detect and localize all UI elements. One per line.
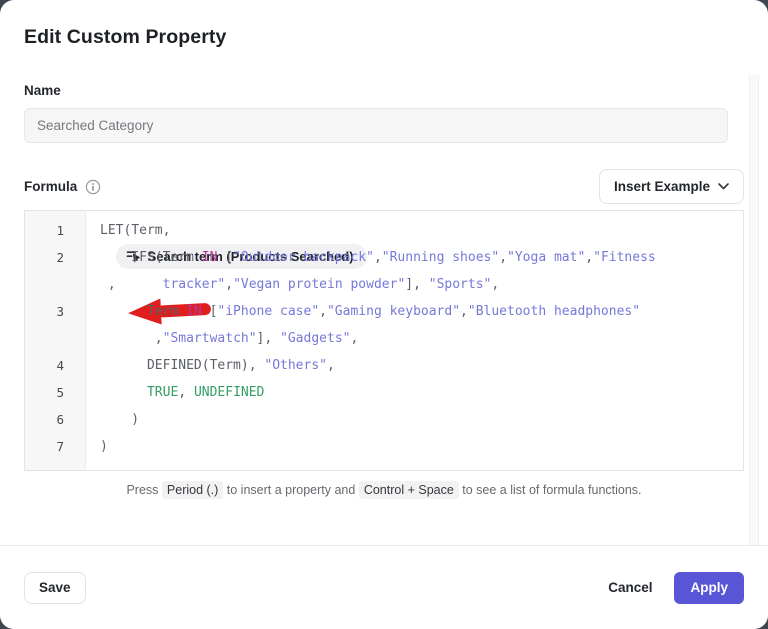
hint-text: Press (126, 483, 161, 497)
code-token: [ (202, 304, 218, 319)
code-token: "Bluetooth headphones" (468, 304, 640, 319)
line-number: 3 (25, 298, 86, 352)
hint-text: to see a list of formula functions. (459, 483, 642, 497)
code-token: tracker" (163, 277, 226, 292)
code-token: "Gadgets" (280, 331, 350, 346)
code-token: "Vegan protein powder" (233, 277, 405, 292)
info-icon[interactable] (85, 179, 101, 195)
line-number: 5 (25, 379, 86, 406)
code-token: , (499, 250, 507, 265)
code-token: "iPhone case" (217, 304, 319, 319)
code-token: , (460, 304, 468, 319)
code-token: "Sports" (429, 277, 492, 292)
code-token: TRUE (147, 385, 178, 400)
code-row: Term IN ["iPhone case","Gaming keyboard"… (100, 298, 743, 325)
code-token: , (374, 250, 382, 265)
code-token: [ (217, 250, 233, 265)
code-token: "Running shoes" (382, 250, 499, 265)
code-token: , (491, 277, 499, 292)
cancel-button[interactable]: Cancel (608, 580, 652, 595)
formula-editor[interactable]: 1 LET(Term, Search term (Products Searche… (24, 210, 744, 471)
dialog-footer: Save Cancel Apply (0, 545, 768, 629)
code-line: 2 IFS(Term IN ["Outdoor backpack","Runni… (25, 244, 743, 298)
kbd-control-space: Control + Space (359, 481, 459, 499)
code-token: IN (186, 304, 202, 319)
line-number: 4 (25, 352, 86, 379)
code-token: ], (257, 331, 280, 346)
code-row: IFS(Term IN ["Outdoor backpack","Running… (100, 244, 743, 271)
screen-backdrop: Edit Custom Property Name Formula Inse (0, 0, 768, 629)
hint-text: to insert a property and (223, 483, 359, 497)
save-button[interactable]: Save (24, 572, 86, 604)
code-token: LET(Term, (100, 223, 178, 238)
line-number: 2 (25, 244, 86, 298)
code-token: , (225, 277, 233, 292)
code-token: "Smartwatch" (163, 331, 257, 346)
line-number: 6 (25, 406, 86, 433)
code-row: ) (100, 406, 743, 433)
code-token: IN (202, 250, 218, 265)
chevron-down-icon (718, 183, 729, 190)
code-line: 1 LET(Term, Search term (Products Searche… (25, 217, 743, 244)
code-token: IFS(Term (100, 250, 202, 265)
code-row: DEFINED(Term), "Others", (100, 352, 743, 379)
code-row: tracker","Vegan protein powder"], "Sport… (100, 271, 743, 298)
line-number: 1 (25, 217, 86, 244)
code-token: DEFINED(Term), (100, 358, 264, 373)
code-token: UNDEFINED (194, 385, 264, 400)
edit-custom-property-dialog: Edit Custom Property Name Formula Inse (0, 0, 768, 629)
code-token: , (327, 358, 335, 373)
code-row: TRUE, UNDEFINED (100, 379, 743, 406)
dialog-title: Edit Custom Property (24, 0, 744, 49)
code-token: ) (100, 412, 139, 427)
code-token: Term (100, 304, 186, 319)
apply-button[interactable]: Apply (674, 572, 744, 604)
code-line: 3 Term IN ["iPhone case","Gaming keyboar… (25, 298, 743, 352)
code-line: 6 ) (25, 406, 743, 433)
code-token: "Outdoor backpack" (233, 250, 374, 265)
code-line: 5 TRUE, UNDEFINED (25, 379, 743, 406)
code-line: 4 DEFINED(Term), "Others", (25, 352, 743, 379)
code-token: , (319, 304, 327, 319)
code-row: ,"Smartwatch"], "Gadgets", (100, 325, 743, 352)
name-field-label: Name (24, 83, 744, 98)
code-token: , (350, 331, 358, 346)
code-token: "Yoga mat" (507, 250, 585, 265)
code-row: ) (100, 433, 743, 460)
formula-editor-lines: 1 LET(Term, Search term (Products Searche… (25, 217, 743, 460)
code-token: "Gaming keyboard" (327, 304, 460, 319)
formula-field-label: Formula (24, 179, 77, 194)
insert-example-label: Insert Example (614, 179, 710, 194)
code-token: ], (405, 277, 428, 292)
editor-hint: Press Period (.) to insert a property an… (24, 483, 744, 497)
scrollbar[interactable] (749, 75, 759, 545)
code-token: , (178, 385, 194, 400)
code-row: LET(Term, Search term (Products Searched… (100, 217, 743, 244)
name-input[interactable] (24, 108, 728, 143)
kbd-period: Period (.) (162, 481, 223, 499)
code-token: , (585, 250, 593, 265)
code-token: "Others" (264, 358, 327, 373)
line-number: 7 (25, 433, 86, 460)
code-token (100, 277, 163, 292)
code-token: , (100, 331, 163, 346)
insert-example-button[interactable]: Insert Example (599, 169, 744, 204)
code-token (100, 385, 147, 400)
code-line: 7) (25, 433, 743, 460)
code-token: "Fitness (593, 250, 656, 265)
code-token: ) (100, 439, 108, 454)
